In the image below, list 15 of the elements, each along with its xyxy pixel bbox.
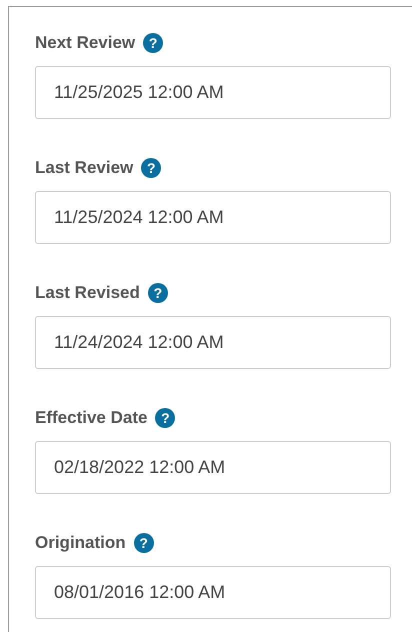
help-icon[interactable]: ? (141, 158, 162, 178)
date-field[interactable]: 11/24/2024 12:00 AM (35, 316, 391, 369)
field-label: Last Review (35, 158, 134, 178)
date-field[interactable]: 02/18/2022 12:00 AM (35, 441, 391, 494)
field-label: Effective Date (35, 408, 148, 428)
date-field[interactable]: 08/01/2016 12:00 AM (35, 566, 391, 619)
date-field[interactable]: 11/25/2025 12:00 AM (35, 66, 391, 119)
field-label: Origination (35, 533, 126, 553)
help-icon[interactable]: ? (148, 283, 168, 303)
help-icon[interactable]: ? (155, 408, 176, 428)
help-icon[interactable]: ? (143, 33, 164, 53)
help-icon[interactable]: ? (134, 533, 154, 553)
field-label: Last Revised (35, 283, 140, 303)
field-label: Next Review (35, 33, 136, 53)
date-field[interactable]: 11/25/2024 12:00 AM (35, 191, 391, 244)
